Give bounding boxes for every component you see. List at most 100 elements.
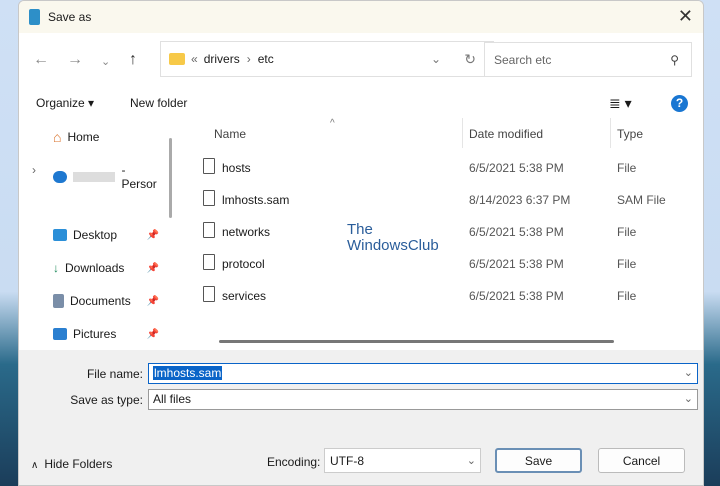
close-button[interactable]: ✕ [678, 6, 693, 27]
forward-button[interactable]: → [67, 51, 83, 69]
chevron-down-icon[interactable]: ⌄ [684, 392, 693, 405]
sidebar-label: Pictures [73, 327, 116, 341]
search-placeholder: Search etc [494, 53, 551, 67]
recent-dropdown[interactable]: ⌄ [101, 55, 110, 68]
sidebar-label: Home [67, 130, 99, 144]
file-type: File [617, 257, 636, 271]
search-input[interactable]: Search etc ⚲ [484, 42, 692, 77]
cancel-button[interactable]: Cancel [598, 448, 685, 473]
file-name: services [222, 289, 266, 303]
breadcrumb-overflow[interactable]: « [191, 52, 198, 66]
file-date: 8/14/2023 6:37 PM [469, 193, 570, 207]
watermark: TheWindowsClub [347, 222, 439, 254]
desktop-icon [53, 229, 67, 241]
save-button[interactable]: Save [495, 448, 582, 473]
view-options-icon[interactable]: ≣ ▾ [609, 95, 632, 112]
address-dropdown[interactable]: ⌄ [431, 52, 441, 66]
file-name: lmhosts.sam [222, 193, 289, 207]
save-type-select[interactable]: All files ⌄ [148, 389, 698, 410]
up-button[interactable]: ↑ [129, 51, 137, 69]
column-header-name[interactable]: Name [214, 127, 246, 141]
help-icon[interactable]: ? [671, 95, 688, 112]
horizontal-scrollbar[interactable] [219, 340, 614, 343]
chevron-right-icon: › [247, 52, 251, 66]
watermark-line1: The [347, 222, 439, 238]
encoding-select[interactable]: UTF-8 ⌄ [324, 448, 481, 473]
back-button[interactable]: ← [33, 51, 49, 69]
file-icon [203, 190, 215, 206]
file-date: 6/5/2021 5:38 PM [469, 257, 564, 271]
pin-icon: 📌 [147, 263, 159, 274]
sidebar-label: - Persor [121, 163, 163, 191]
file-row[interactable]: hosts 6/5/2021 5:38 PM File [201, 154, 701, 182]
dialog-title: Save as [48, 10, 91, 24]
file-row[interactable]: services 6/5/2021 5:38 PM File [201, 282, 701, 310]
watermark-line2: WindowsClub [347, 238, 439, 254]
organize-button[interactable]: Organize ▾ [36, 96, 94, 110]
file-icon [203, 222, 215, 238]
file-name: networks [222, 225, 270, 239]
chevron-up-icon: ∧ [31, 460, 38, 471]
address-bar[interactable]: « drivers › etc ⌄ ↻ [160, 41, 494, 77]
expand-chevron-icon[interactable]: › [32, 163, 36, 177]
column-header-type[interactable]: Type [617, 127, 643, 141]
title-bar: Save as ✕ [19, 1, 703, 33]
pin-icon: 📌 [147, 296, 159, 307]
sort-arrow-icon: ^ [330, 118, 335, 129]
pictures-icon [53, 328, 67, 340]
sidebar-item-downloads[interactable]: ↓Downloads📌 [53, 261, 163, 275]
save-type-value: All files [153, 392, 191, 406]
save-type-label: Save as type: [70, 393, 143, 407]
navigation-pane: ⌂ Home › - Persor Desktop 📌 ↓Downloads📌 Do… [19, 118, 169, 350]
refresh-icon[interactable]: ↻ [464, 51, 476, 68]
cancel-label: Cancel [623, 454, 660, 468]
sidebar-item-desktop[interactable]: Desktop 📌 [53, 228, 163, 242]
notepad-icon [29, 9, 40, 25]
file-type: File [617, 289, 636, 303]
pin-icon: 📌 [147, 329, 159, 340]
folder-icon [169, 53, 185, 65]
encoding-label: Encoding: [267, 455, 320, 469]
file-row[interactable]: lmhosts.sam 8/14/2023 6:37 PM SAM File [201, 186, 701, 214]
sidebar-label: Desktop [73, 228, 117, 242]
column-header-date[interactable]: Date modified [469, 127, 543, 141]
file-date: 6/5/2021 5:38 PM [469, 225, 564, 239]
chevron-down-icon[interactable]: ⌄ [684, 366, 693, 379]
breadcrumb-etc[interactable]: etc [258, 52, 274, 66]
sidebar-item-home[interactable]: ⌂ Home [53, 129, 163, 145]
filename-value: lmhosts.sam [153, 366, 222, 380]
file-type: File [617, 161, 636, 175]
file-name: protocol [222, 257, 265, 271]
file-row[interactable]: networks 6/5/2021 5:38 PM File [201, 218, 701, 246]
encoding-value: UTF-8 [330, 454, 364, 468]
onedrive-icon [53, 171, 67, 183]
file-type: File [617, 225, 636, 239]
home-icon: ⌂ [53, 129, 61, 145]
documents-icon [53, 294, 64, 308]
file-date: 6/5/2021 5:38 PM [469, 289, 564, 303]
file-row[interactable]: protocol 6/5/2021 5:38 PM File [201, 250, 701, 278]
sidebar-label: Documents [70, 294, 131, 308]
search-icon: ⚲ [670, 53, 679, 67]
filename-label: File name: [87, 367, 143, 381]
sidebar-scrollbar[interactable] [169, 138, 172, 218]
sidebar-item-onedrive[interactable]: - Persor [53, 163, 163, 191]
save-as-dialog: Save as ✕ ← → ⌄ ↑ « drivers › etc ⌄ ↻ Se… [18, 0, 704, 486]
sidebar-item-documents[interactable]: Documents 📌 [53, 294, 163, 308]
download-icon: ↓ [53, 261, 59, 275]
file-date: 6/5/2021 5:38 PM [469, 161, 564, 175]
new-folder-button[interactable]: New folder [130, 96, 187, 110]
file-icon [203, 158, 215, 174]
main-pane: ⌂ Home › - Persor Desktop 📌 ↓Downloads📌 Do… [19, 118, 703, 350]
blurred-username [73, 172, 116, 182]
sidebar-item-pictures[interactable]: Pictures 📌 [53, 327, 163, 341]
file-name: hosts [222, 161, 251, 175]
toolbar: Organize ▾ New folder ≣ ▾ ? [19, 88, 703, 118]
hide-folders-button[interactable]: ∧ Hide Folders [31, 457, 112, 471]
breadcrumb-drivers[interactable]: drivers [204, 52, 240, 66]
chevron-down-icon: ⌄ [467, 454, 476, 467]
filename-input[interactable]: lmhosts.sam ⌄ [148, 363, 698, 384]
pin-icon: 📌 [147, 230, 159, 241]
hide-folders-label: Hide Folders [44, 457, 112, 471]
file-type: SAM File [617, 193, 666, 207]
